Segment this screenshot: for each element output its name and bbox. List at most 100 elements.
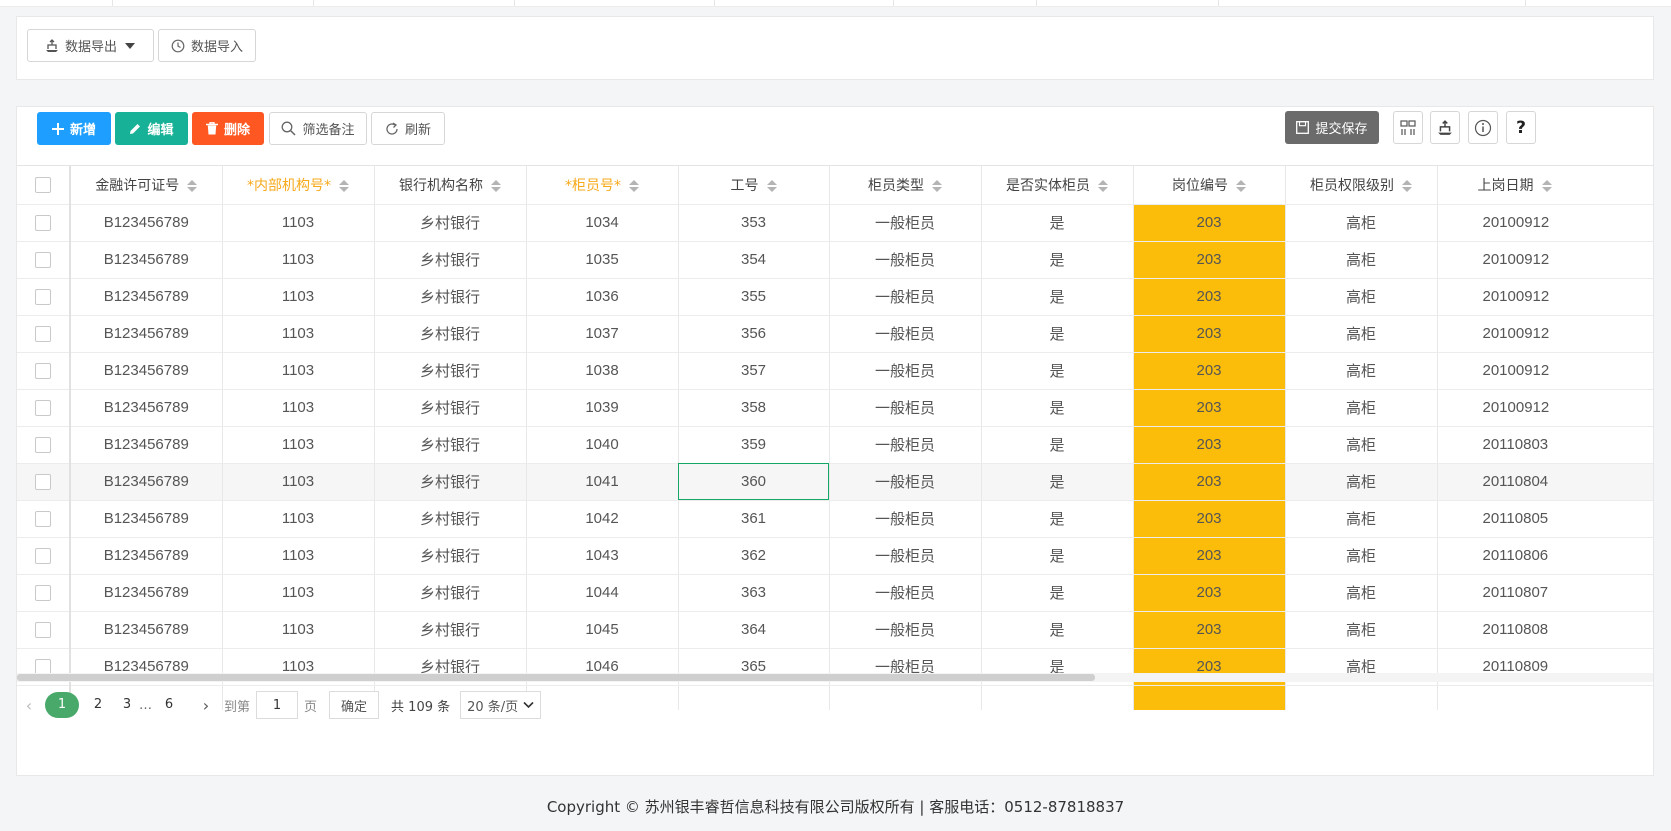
cell-license-no[interactable]: B123456789 bbox=[70, 204, 223, 242]
column-settings-button[interactable] bbox=[1393, 111, 1423, 144]
row-checkbox[interactable] bbox=[35, 548, 51, 565]
cell-post-no[interactable]: 203 bbox=[1133, 574, 1286, 612]
row-select-cell[interactable] bbox=[17, 537, 71, 575]
submit-save-button[interactable]: 提交保存 bbox=[1285, 111, 1379, 144]
table-row[interactable]: B123456789 1103 乡村银行 1042 361 一般柜员是 203 高柜 20110… bbox=[17, 500, 1653, 538]
cell-teller-type[interactable]: 一般柜员 bbox=[829, 426, 982, 464]
filter-notes-button[interactable]: 筛选备注 bbox=[269, 112, 367, 145]
cell-post-no[interactable]: 203 bbox=[1133, 241, 1286, 279]
page-size-select[interactable]: 20 条/页 bbox=[460, 691, 542, 719]
cell-teller-no[interactable]: 1040 bbox=[526, 426, 679, 464]
row-checkbox[interactable] bbox=[35, 511, 51, 528]
header-post-no[interactable]: 岗位编号 bbox=[1133, 166, 1286, 205]
table-row[interactable]: B123456789 1103 乡村银行 1043 362 一般柜员是 203 高柜 20110… bbox=[17, 537, 1653, 575]
cell-employee-no[interactable]: 363 bbox=[678, 574, 830, 612]
cell-permission-level[interactable]: 高柜 bbox=[1285, 315, 1438, 353]
cell-teller-no[interactable]: 1041 bbox=[526, 463, 679, 501]
cell-start-date[interactable]: 20100912 bbox=[1437, 278, 1653, 316]
table-row[interactable]: B123456789 1103 乡村银行 1036 355 一般柜员是 203 高柜 20100… bbox=[17, 278, 1653, 316]
cell-license-no[interactable]: B123456789 bbox=[70, 463, 223, 501]
table-row[interactable]: B123456789 1103 乡村银行 1037 356 一般柜员是 203 高柜 20100… bbox=[17, 315, 1653, 353]
cell-bank-name[interactable]: 乡村银行 bbox=[374, 278, 527, 316]
goto-confirm-button[interactable]: 确定 bbox=[329, 691, 380, 719]
row-checkbox[interactable] bbox=[35, 326, 51, 343]
row-select-cell[interactable] bbox=[17, 241, 71, 279]
row-checkbox[interactable] bbox=[35, 289, 51, 306]
cell-license-no[interactable]: B123456789 bbox=[70, 315, 223, 353]
table-row[interactable]: B123456789 1103 乡村银行 1035 354 一般柜员是 203 高柜 20100… bbox=[17, 241, 1653, 279]
cell-employee-no[interactable]: 361 bbox=[678, 500, 830, 538]
header-license-no[interactable]: 金融许可证号 bbox=[70, 166, 223, 205]
table-row[interactable]: B123456789 1103 乡村银行 1039 358 一般柜员是 203 高柜 20100… bbox=[17, 389, 1653, 427]
header-internal-org-no[interactable]: *内部机构号* bbox=[222, 166, 375, 205]
refresh-button[interactable]: 刷新 bbox=[371, 112, 445, 145]
cell-license-no[interactable]: B123456789 bbox=[70, 241, 223, 279]
cell-bank-name[interactable]: 乡村银行 bbox=[374, 537, 527, 575]
cell-internal-org-no[interactable]: 1103 bbox=[222, 389, 375, 427]
header-teller-type[interactable]: 柜员类型 bbox=[829, 166, 982, 205]
row-checkbox[interactable] bbox=[35, 437, 51, 454]
cell-start-date[interactable]: 20110808 bbox=[1437, 611, 1653, 649]
cell-start-date[interactable]: 20110803 bbox=[1437, 426, 1653, 464]
prev-page-icon[interactable]: ‹ bbox=[21, 696, 37, 715]
cell-teller-type[interactable]: 一般柜员 bbox=[829, 500, 982, 538]
cell-start-date[interactable]: 20100912 bbox=[1437, 315, 1653, 353]
export-table-button[interactable] bbox=[1430, 111, 1460, 144]
cell-internal-org-no[interactable]: 1103 bbox=[222, 426, 375, 464]
page-1[interactable]: 1 bbox=[45, 692, 79, 718]
cell-license-no[interactable]: B123456789 bbox=[70, 611, 223, 649]
cell-internal-org-no[interactable]: 1103 bbox=[222, 574, 375, 612]
cell-internal-org-no[interactable]: 1103 bbox=[222, 500, 375, 538]
row-select-cell[interactable] bbox=[17, 204, 71, 242]
cell-permission-level[interactable]: 高柜 bbox=[1285, 389, 1438, 427]
cell-employee-no[interactable]: 364 bbox=[678, 611, 830, 649]
cell-teller-no[interactable]: 1034 bbox=[526, 204, 679, 242]
info-button[interactable] bbox=[1468, 111, 1498, 144]
edit-button[interactable]: 编辑 bbox=[115, 112, 188, 145]
cell-bank-name[interactable]: 乡村银行 bbox=[374, 574, 527, 612]
cell-license-no[interactable]: B123456789 bbox=[70, 278, 223, 316]
sort-icon[interactable] bbox=[1402, 179, 1412, 193]
cell-post-no[interactable]: 203 bbox=[1133, 537, 1286, 575]
header-bank-name[interactable]: 银行机构名称 bbox=[374, 166, 527, 205]
scrollbar-thumb[interactable] bbox=[17, 674, 1095, 681]
row-select-cell[interactable] bbox=[17, 278, 71, 316]
cell-internal-org-no[interactable]: 1103 bbox=[222, 463, 375, 501]
sort-icon[interactable] bbox=[932, 179, 942, 193]
table-row[interactable]: B123456789 1103 乡村银行 1044 363 一般柜员是 203 高柜 20110… bbox=[17, 574, 1653, 612]
cell-bank-name[interactable]: 乡村银行 bbox=[374, 500, 527, 538]
cell-teller-type[interactable]: 一般柜员 bbox=[829, 241, 982, 279]
cell-teller-no[interactable]: 1036 bbox=[526, 278, 679, 316]
page-last[interactable]: 6 bbox=[154, 692, 184, 718]
cell-is-physical[interactable]: 是 bbox=[981, 500, 1134, 538]
cell-bank-name[interactable]: 乡村银行 bbox=[374, 241, 527, 279]
select-all-checkbox[interactable] bbox=[35, 176, 51, 193]
row-checkbox[interactable] bbox=[35, 363, 51, 380]
cell-bank-name[interactable]: 乡村银行 bbox=[374, 315, 527, 353]
cell-start-date[interactable]: 20100912 bbox=[1437, 389, 1653, 427]
cell-employee-no[interactable]: 359 bbox=[678, 426, 830, 464]
cell-bank-name[interactable]: 乡村银行 bbox=[374, 611, 527, 649]
cell-employee-no[interactable]: 360 bbox=[678, 463, 830, 501]
sort-icon[interactable] bbox=[491, 179, 501, 193]
row-checkbox[interactable] bbox=[35, 252, 51, 269]
row-select-cell[interactable] bbox=[17, 463, 71, 501]
select-all-cell[interactable] bbox=[17, 166, 71, 205]
cell-is-physical[interactable]: 是 bbox=[981, 204, 1134, 242]
cell-employee-no[interactable]: 355 bbox=[678, 278, 830, 316]
cell-teller-no[interactable]: 1039 bbox=[526, 389, 679, 427]
cell-internal-org-no[interactable]: 1103 bbox=[222, 204, 375, 242]
horizontal-scrollbar[interactable] bbox=[17, 673, 1653, 682]
cell-permission-level[interactable]: 高柜 bbox=[1285, 574, 1438, 612]
cell-license-no[interactable]: B123456789 bbox=[70, 574, 223, 612]
cell-post-no[interactable]: 203 bbox=[1133, 204, 1286, 242]
row-select-cell[interactable] bbox=[17, 389, 71, 427]
cell-teller-type[interactable]: 一般柜员 bbox=[829, 278, 982, 316]
cell-permission-level[interactable]: 高柜 bbox=[1285, 352, 1438, 390]
cell-is-physical[interactable]: 是 bbox=[981, 463, 1134, 501]
table-row[interactable]: B123456789 1103 乡村银行 1038 357 一般柜员是 203 高柜 20100… bbox=[17, 352, 1653, 390]
cell-post-no[interactable]: 203 bbox=[1133, 500, 1286, 538]
cell-permission-level[interactable]: 高柜 bbox=[1285, 611, 1438, 649]
cell-teller-no[interactable]: 1044 bbox=[526, 574, 679, 612]
cell-is-physical[interactable]: 是 bbox=[981, 537, 1134, 575]
